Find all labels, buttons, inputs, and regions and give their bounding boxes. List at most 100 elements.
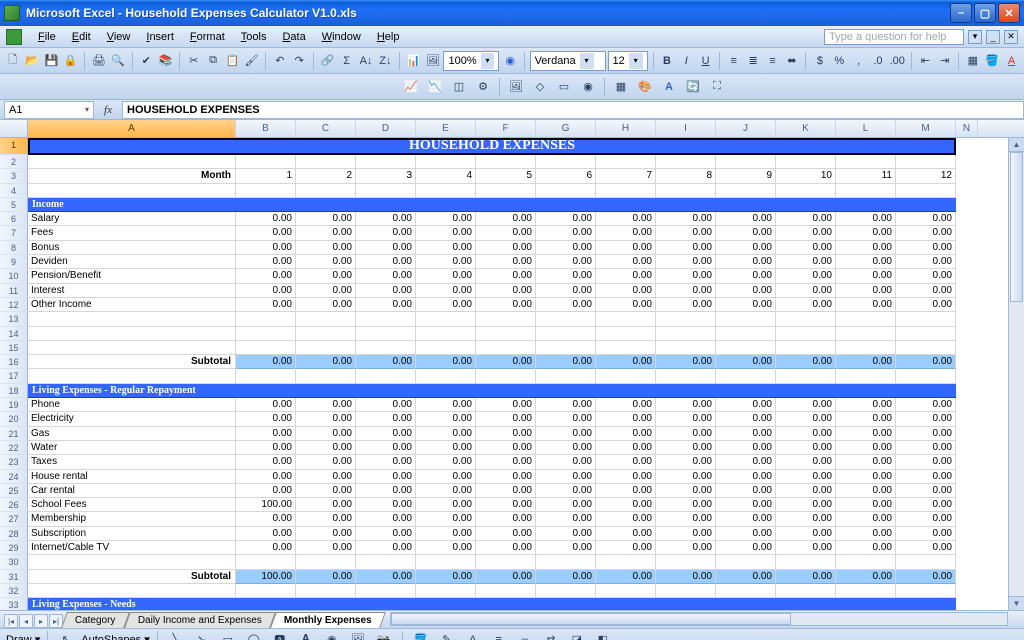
cell[interactable] — [836, 327, 896, 341]
value-cell[interactable]: 0.00 — [656, 241, 716, 255]
value-cell[interactable]: 0.00 — [776, 455, 836, 469]
subtotal-value[interactable]: 0.00 — [476, 355, 536, 369]
value-cell[interactable]: 0.00 — [416, 226, 476, 240]
cell[interactable] — [896, 312, 956, 326]
font-size-combo[interactable]: 12▾ — [608, 51, 648, 71]
row-header[interactable]: 5 — [0, 198, 28, 212]
cell[interactable] — [896, 341, 956, 355]
cell[interactable] — [836, 555, 896, 569]
value-cell[interactable]: 0.00 — [656, 284, 716, 298]
column-header-D[interactable]: D — [356, 120, 416, 137]
sheet-tab[interactable]: Monthly Expenses — [270, 612, 386, 628]
row-header[interactable]: 27 — [0, 512, 28, 526]
cell[interactable] — [776, 584, 836, 598]
rectangle-icon[interactable]: ▭ — [217, 629, 239, 640]
maximize-button[interactable]: ▢ — [974, 3, 996, 23]
value-cell[interactable]: 0.00 — [716, 455, 776, 469]
row-header[interactable]: 33 — [0, 598, 28, 610]
cell[interactable] — [416, 369, 476, 383]
cell[interactable] — [296, 184, 356, 198]
value-cell[interactable]: 0.00 — [416, 284, 476, 298]
row-header[interactable]: 9 — [0, 255, 28, 269]
value-cell[interactable]: 0.00 — [656, 498, 716, 512]
value-cell[interactable]: 0.00 — [836, 226, 896, 240]
chart-type-icon[interactable]: 📉 — [424, 76, 446, 98]
value-cell[interactable]: 0.00 — [896, 398, 956, 412]
cell[interactable] — [716, 341, 776, 355]
value-cell[interactable]: 0.00 — [296, 241, 356, 255]
row-label[interactable]: Salary — [28, 212, 236, 226]
value-cell[interactable]: 0.00 — [836, 269, 896, 283]
cell[interactable] — [776, 155, 836, 169]
diagram2-icon[interactable]: ◉ — [321, 629, 343, 640]
value-cell[interactable]: 0.00 — [536, 484, 596, 498]
value-cell[interactable]: 0.00 — [776, 284, 836, 298]
row-header[interactable]: 32 — [0, 584, 28, 598]
month-value[interactable]: 11 — [836, 169, 896, 183]
chart-options-icon[interactable]: ⚙ — [472, 76, 494, 98]
value-cell[interactable]: 0.00 — [716, 212, 776, 226]
undo-icon[interactable]: ↶ — [271, 50, 288, 72]
cell[interactable] — [596, 369, 656, 383]
row-header[interactable]: 12 — [0, 298, 28, 312]
value-cell[interactable]: 0.00 — [596, 470, 656, 484]
cell[interactable] — [656, 369, 716, 383]
section-header[interactable]: Living Expenses - Needs — [28, 598, 956, 610]
row-header[interactable]: 4 — [0, 184, 28, 198]
value-cell[interactable]: 0.00 — [776, 212, 836, 226]
value-cell[interactable]: 0.00 — [716, 441, 776, 455]
align-center-icon[interactable]: ≣ — [744, 50, 761, 72]
font-color2-icon[interactable]: A — [462, 629, 484, 640]
subtotal-value[interactable]: 0.00 — [296, 570, 356, 584]
value-cell[interactable]: 0.00 — [476, 455, 536, 469]
fill-color2-icon[interactable]: 🪣 — [410, 629, 432, 640]
subtotal-value[interactable]: 0.00 — [416, 355, 476, 369]
cell[interactable] — [28, 341, 236, 355]
row-header[interactable]: 20 — [0, 412, 28, 426]
menu-file[interactable]: File — [30, 29, 64, 45]
value-cell[interactable]: 0.00 — [476, 498, 536, 512]
value-cell[interactable]: 0.00 — [416, 398, 476, 412]
value-cell[interactable]: 0.00 — [776, 427, 836, 441]
value-cell[interactable]: 0.00 — [896, 498, 956, 512]
value-cell[interactable]: 0.00 — [836, 512, 896, 526]
row-header[interactable]: 22 — [0, 441, 28, 455]
value-cell[interactable]: 0.00 — [476, 427, 536, 441]
expand-icon[interactable]: ⛶ — [706, 76, 728, 98]
month-value[interactable]: 10 — [776, 169, 836, 183]
value-cell[interactable]: 0.00 — [476, 412, 536, 426]
zoom-combo[interactable]: 100%▾ — [443, 51, 499, 71]
value-cell[interactable]: 0.00 — [356, 269, 416, 283]
scroll-down-icon[interactable]: ▼ — [1009, 596, 1024, 610]
column-header-H[interactable]: H — [596, 120, 656, 137]
value-cell[interactable]: 0.00 — [836, 527, 896, 541]
value-cell[interactable]: 0.00 — [716, 427, 776, 441]
cell[interactable] — [836, 341, 896, 355]
cell[interactable] — [896, 584, 956, 598]
cell[interactable] — [296, 327, 356, 341]
vertical-scrollbar[interactable]: ▲ ▼ — [1008, 138, 1024, 610]
value-cell[interactable]: 0.00 — [296, 269, 356, 283]
value-cell[interactable]: 0.00 — [296, 255, 356, 269]
cell[interactable] — [716, 155, 776, 169]
value-cell[interactable]: 0.00 — [236, 441, 296, 455]
value-cell[interactable]: 0.00 — [356, 484, 416, 498]
cell[interactable] — [296, 155, 356, 169]
cell[interactable] — [236, 184, 296, 198]
column-header-C[interactable]: C — [296, 120, 356, 137]
cell[interactable] — [716, 312, 776, 326]
cell[interactable] — [656, 341, 716, 355]
subtotal-value[interactable]: 0.00 — [596, 570, 656, 584]
cell[interactable] — [776, 369, 836, 383]
subtotal-value[interactable]: 0.00 — [896, 570, 956, 584]
value-cell[interactable]: 0.00 — [596, 284, 656, 298]
value-cell[interactable]: 0.00 — [836, 470, 896, 484]
value-cell[interactable]: 0.00 — [836, 212, 896, 226]
value-cell[interactable]: 0.00 — [416, 484, 476, 498]
tab-nav-first-icon[interactable]: |◂ — [4, 614, 18, 628]
menu-data[interactable]: Data — [274, 29, 313, 45]
scroll-up-icon[interactable]: ▲ — [1009, 138, 1024, 152]
value-cell[interactable]: 0.00 — [716, 398, 776, 412]
value-cell[interactable]: 0.00 — [356, 298, 416, 312]
value-cell[interactable]: 0.00 — [416, 427, 476, 441]
